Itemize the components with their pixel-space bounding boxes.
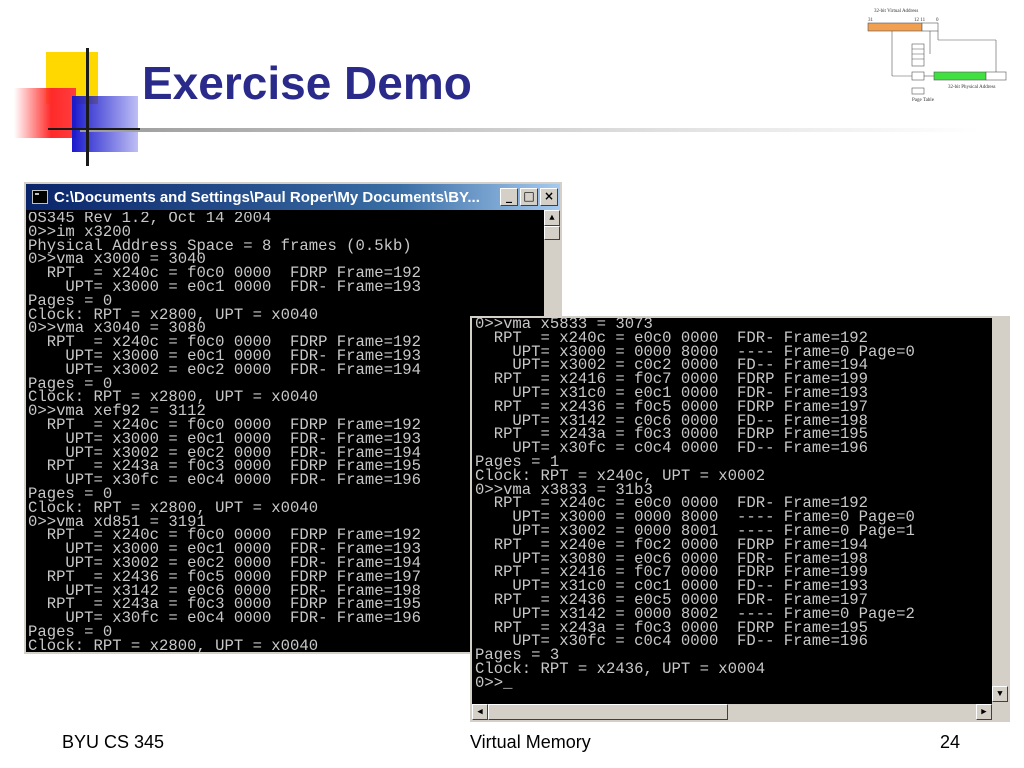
logo-blue-square [72,96,138,152]
console-output-right: 0>>vma x5833 = 3073 RPT = x240c = e0c0 0… [475,318,990,702]
address-translation-diagram: 32-bit Virtual Address 31 12 11 0 32-bit… [867,9,1007,103]
physical-offset-field [985,71,1007,81]
minimize-button[interactable]: _ [500,188,518,206]
console-line: Clock: RPT = x2436, UPT = x0004 [475,659,766,678]
footer-topic: Virtual Memory [470,732,591,752]
page-table-register [911,87,925,95]
console-window-right[interactable]: 0>>vma x5833 = 3073 RPT = x240c = e0c0 0… [470,316,1010,722]
console-line: Clock: RPT = x2800, UPT = x0040 [28,636,319,652]
bit-31-label: 31 [868,18,874,23]
footer-course: BYU CS 345 [62,732,165,752]
vertical-scrollbar-right[interactable]: ▼ [992,318,1008,702]
console-titlebar[interactable]: C:\Documents and Settings\Paul Roper\My … [26,184,560,210]
physical-frame-field [933,71,987,81]
virtual-address-label: 32-bit Virtual Address [874,9,918,14]
page-table-label: Page Table [912,98,935,103]
horizontal-scrollbar-thumb[interactable] [488,704,728,720]
console-app-icon[interactable] [32,190,48,204]
close-button[interactable]: × [540,188,558,206]
console-title: C:\Documents and Settings\Paul Roper\My … [54,188,480,206]
bit-0-label: 0 [936,18,939,23]
virtual-page-number-field [867,22,923,32]
page-table-entry [911,71,925,81]
slide-title: Exercise Demo [142,57,472,109]
title-underline-rule [80,128,980,132]
maximize-button[interactable]: □ [520,188,538,206]
console-line: 0>>_ [475,673,513,692]
logo-vertical-line [86,48,89,166]
horizontal-scrollbar[interactable]: ◀ ▶ [472,704,992,720]
scroll-down-arrow-icon[interactable]: ▼ [992,686,1008,702]
scrollbar-thumb[interactable] [544,226,560,240]
scrollbar-corner [992,702,1008,720]
scroll-left-arrow-icon[interactable]: ◀ [472,704,488,720]
logo-horizontal-line [48,128,140,130]
scroll-right-arrow-icon[interactable]: ▶ [976,704,992,720]
virtual-offset-field [921,22,939,32]
logo-red-square [14,88,76,138]
footer-page-number: 24 [940,732,961,752]
console-output-left: OS345 Rev 1.2, Oct 14 2004 0>>im x3200 Phy… [28,212,542,652]
page-table-box [911,43,925,67]
bit-mid-label: 12 11 [914,18,926,23]
physical-address-label: 32-bit Physical Address [948,85,996,90]
scroll-up-arrow-icon[interactable]: ▲ [544,210,560,226]
